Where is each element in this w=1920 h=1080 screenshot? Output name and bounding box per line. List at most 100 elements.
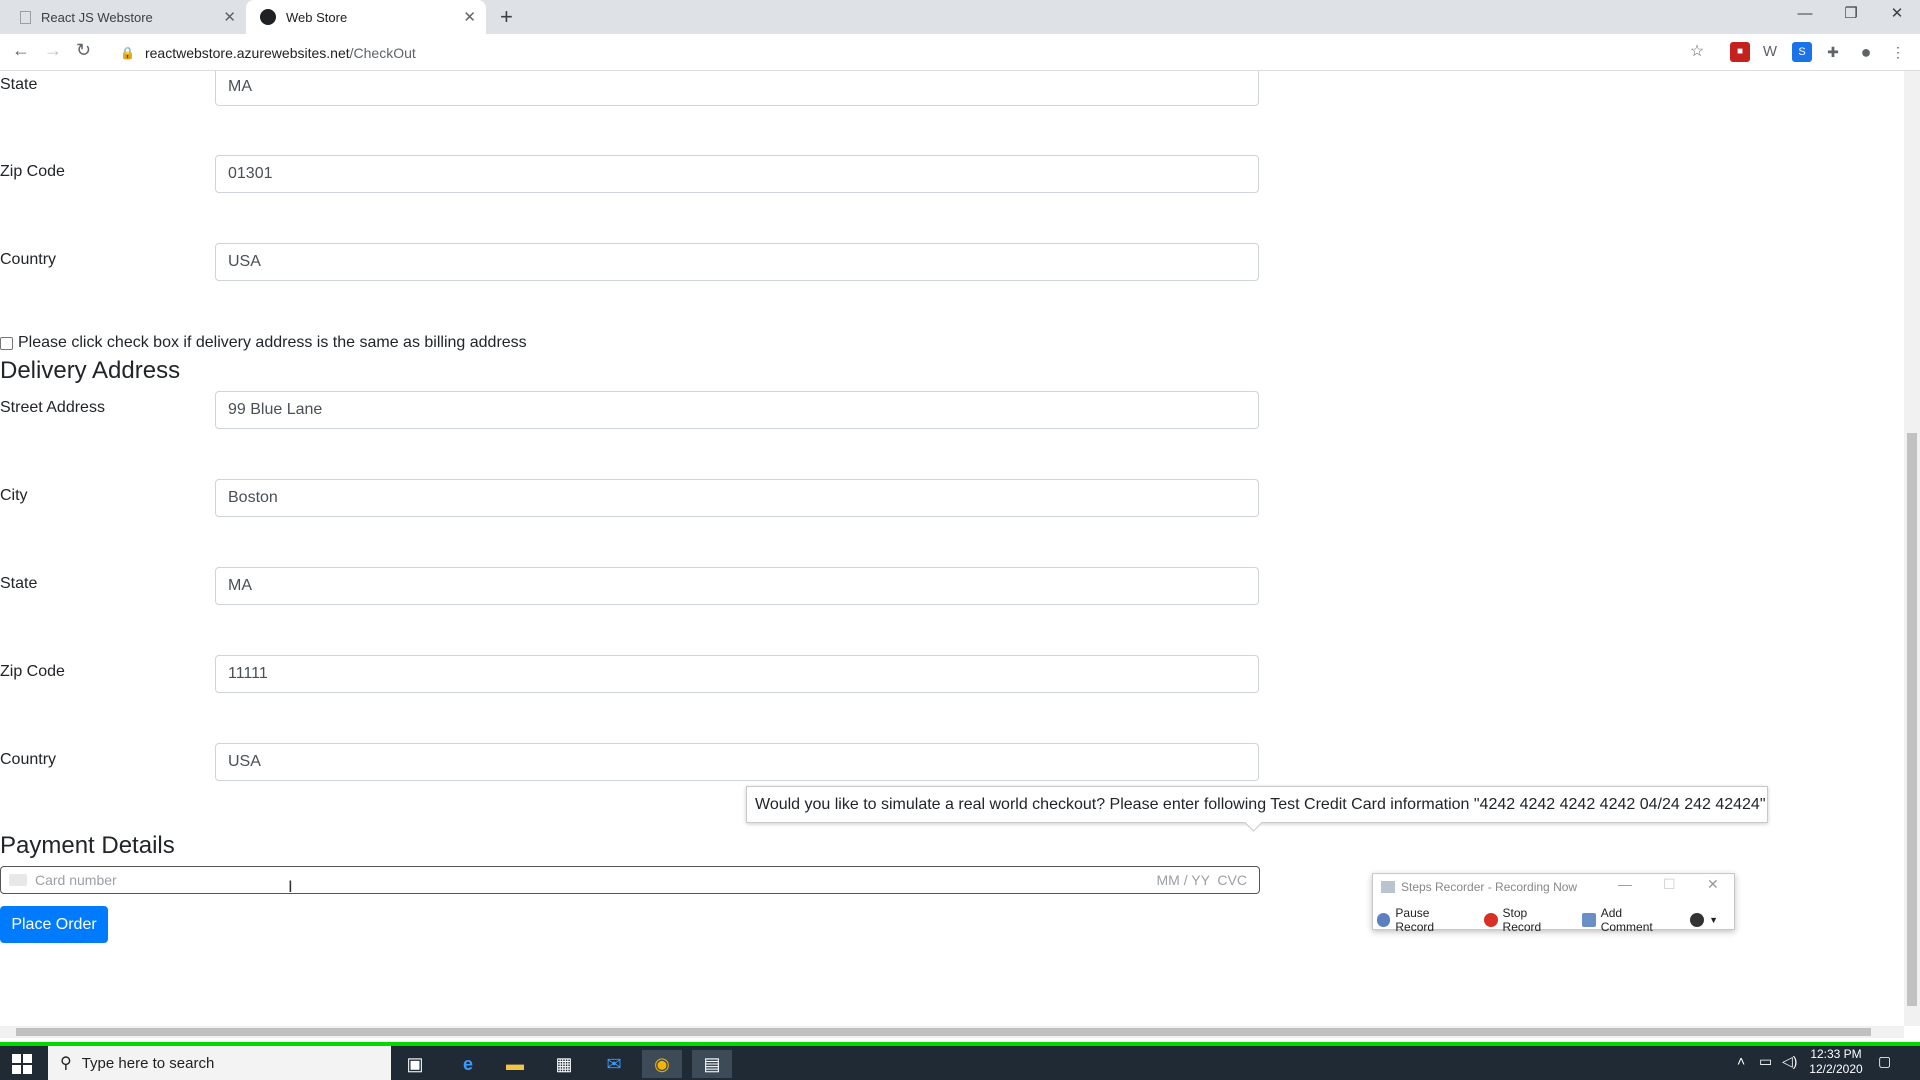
pause-icon <box>1377 913 1391 927</box>
add-comment-label: Add Comment <box>1600 906 1653 934</box>
place-order-button[interactable]: Place Order <box>0 906 108 943</box>
card-number-placeholder: Card number <box>35 872 117 888</box>
help-icon <box>1690 913 1705 927</box>
forward-icon[interactable]: → <box>44 40 62 61</box>
microsoft-store-icon[interactable]: ▦ <box>544 1050 584 1078</box>
delivery-state-row: State MA <box>0 567 1260 607</box>
delivery-city-input[interactable]: Boston <box>215 479 1259 517</box>
steps-maximize-icon[interactable]: ☐ <box>1663 876 1676 893</box>
steps-recorder-window: Steps Recorder - Recording Now — ☐ ✕ Pau… <box>1372 873 1735 934</box>
notifications-icon[interactable]: ▢ <box>1878 1053 1891 1070</box>
network-icon[interactable]: ▭ <box>1759 1053 1772 1070</box>
pause-record-button[interactable]: Pause Record <box>1377 906 1468 934</box>
billing-zip-row: Zip Code 01301 <box>0 155 1260 195</box>
billing-state-label: State <box>0 76 38 93</box>
steps-recorder-taskbar-icon[interactable]: ▤ <box>692 1050 732 1078</box>
billing-zip-input[interactable]: 01301 <box>215 155 1259 193</box>
add-comment-button[interactable]: Add Comment <box>1582 906 1674 934</box>
url-host: reactwebstore.azurewebsites.net <box>144 44 350 61</box>
billing-state-input[interactable]: MA <box>215 71 1259 106</box>
extension-s-icon[interactable]: S <box>1792 42 1812 62</box>
billing-state-row: State MA <box>0 71 1260 108</box>
extensions-puzzle-icon[interactable]: ✚ <box>1823 42 1843 62</box>
page-icon <box>20 10 31 24</box>
delivery-country-row: Country USA <box>0 743 1260 783</box>
chrome-taskbar-icon[interactable]: ◉ <box>642 1050 682 1078</box>
task-view-icon[interactable]: ▣ <box>395 1050 435 1078</box>
minimize-window-icon[interactable]: — <box>1782 0 1828 30</box>
stop-record-button[interactable]: Stop Record <box>1484 906 1566 934</box>
delivery-city-row: City Boston <box>0 479 1260 519</box>
steps-recorder-title-text: Steps Recorder - Recording Now <box>1401 880 1578 894</box>
delivery-city-label: City <box>0 487 28 504</box>
horizontal-scrollbar-thumb[interactable] <box>16 1028 1871 1036</box>
file-explorer-icon[interactable]: ▬ <box>495 1050 535 1078</box>
same-address-checkbox[interactable] <box>0 336 13 350</box>
taskbar-search-placeholder: Type here to search <box>81 1054 215 1072</box>
checkout-page: State MA Zip Code 01301 Country USA Plea… <box>0 71 1904 1026</box>
tab-label: Web Store <box>286 9 348 25</box>
back-icon[interactable]: ← <box>12 40 30 61</box>
taskbar-search-box[interactable]: ⚲ Type here to search <box>48 1046 391 1080</box>
delivery-zip-label: Zip Code <box>0 663 65 680</box>
same-address-checkbox-row[interactable]: Please click check box if delivery addre… <box>0 334 527 352</box>
profile-avatar-icon[interactable]: ● <box>1856 42 1876 62</box>
delivery-street-input[interactable]: 99 Blue Lane <box>215 391 1259 429</box>
billing-country-label: Country <box>0 251 57 268</box>
address-bar[interactable]: 🔒 reactwebstore.azurewebsites.net/CheckO… <box>110 39 1715 66</box>
taskbar-clock[interactable]: 12:33 PM 12/2/2020 <box>1806 1047 1866 1077</box>
chrome-menu-icon[interactable]: ⋮ <box>1888 42 1908 62</box>
same-address-checkbox-label: Please click check box if delivery addre… <box>18 334 527 351</box>
delivery-country-input[interactable]: USA <box>215 743 1259 781</box>
card-number-input[interactable]: Card number MM / YY CVC <box>0 866 1260 894</box>
stop-record-label: Stop Record <box>1502 906 1542 934</box>
extension-shield-icon[interactable]: ■ <box>1730 42 1750 62</box>
test-card-tooltip: Would you like to simulate a real world … <box>746 786 1768 823</box>
windows-start-icon[interactable] <box>12 1054 32 1074</box>
lock-icon: 🔒 <box>120 45 135 60</box>
delivery-street-row: Street Address 99 Blue Lane <box>0 391 1260 431</box>
close-tab-icon[interactable]: ✕ <box>463 8 476 26</box>
payment-details-heading: Payment Details <box>0 832 175 859</box>
show-hidden-icons-icon[interactable]: ˄ <box>1737 1053 1745 1069</box>
new-tab-button[interactable]: + <box>500 4 513 30</box>
taskbar-time: 12:33 PM <box>1810 1047 1862 1061</box>
vertical-scrollbar[interactable] <box>1904 71 1920 1026</box>
search-icon: ⚲ <box>60 1055 72 1072</box>
steps-minimize-icon[interactable]: — <box>1618 876 1632 892</box>
vertical-scrollbar-thumb[interactable] <box>1907 433 1917 1006</box>
delivery-state-label: State <box>0 575 38 592</box>
tab-web-store[interactable]: Web Store ✕ <box>246 0 486 34</box>
steps-recorder-app-icon <box>1381 881 1395 893</box>
taskbar-date: 12/2/2020 <box>1809 1062 1863 1076</box>
delivery-zip-input[interactable]: 11111 <box>215 655 1259 693</box>
delivery-state-input[interactable]: MA <box>215 567 1259 605</box>
mail-icon[interactable]: ✉ <box>594 1050 634 1078</box>
delivery-address-heading: Delivery Address <box>0 357 181 384</box>
close-tab-icon[interactable]: ✕ <box>223 8 236 26</box>
close-window-icon[interactable]: ✕ <box>1874 0 1920 30</box>
browser-toolbar: ← → ↻ 🔒 reactwebstore.azurewebsites.net /… <box>0 34 1920 71</box>
restore-window-icon[interactable]: ❐ <box>1828 0 1874 30</box>
steps-close-icon[interactable]: ✕ <box>1707 876 1719 893</box>
horizontal-scrollbar[interactable] <box>0 1026 1904 1038</box>
tab-react-js-webstore[interactable]: React JS Webstore ✕ <box>10 0 246 34</box>
delivery-zip-row: Zip Code 11111 <box>0 655 1260 695</box>
steps-recorder-actions: Pause Record Stop Record Add Comment ▼ <box>1377 906 1734 934</box>
extension-w-icon[interactable]: W <box>1760 42 1780 62</box>
reload-icon[interactable]: ↻ <box>76 40 91 61</box>
browser-tab-strip: React JS Webstore ✕ Web Store ✕ + — ❐ ✕ <box>0 0 1920 34</box>
help-dropdown-button[interactable]: ▼ <box>1690 913 1718 927</box>
delivery-country-label: Country <box>0 751 57 768</box>
bookmark-star-icon[interactable]: ☆ <box>1687 42 1707 62</box>
comment-icon <box>1582 913 1596 927</box>
billing-country-input[interactable]: USA <box>215 243 1259 281</box>
delivery-street-label: Street Address <box>0 399 105 416</box>
volume-icon[interactable]: ◁) <box>1782 1053 1797 1070</box>
card-expiry-cvc-placeholder: MM / YY CVC <box>1156 872 1247 888</box>
stop-icon <box>1484 913 1498 927</box>
billing-zip-label: Zip Code <box>0 163 65 180</box>
edge-browser-icon[interactable]: e <box>448 1050 488 1078</box>
text-cursor-icon: I <box>288 877 293 896</box>
billing-country-row: Country USA <box>0 243 1260 283</box>
